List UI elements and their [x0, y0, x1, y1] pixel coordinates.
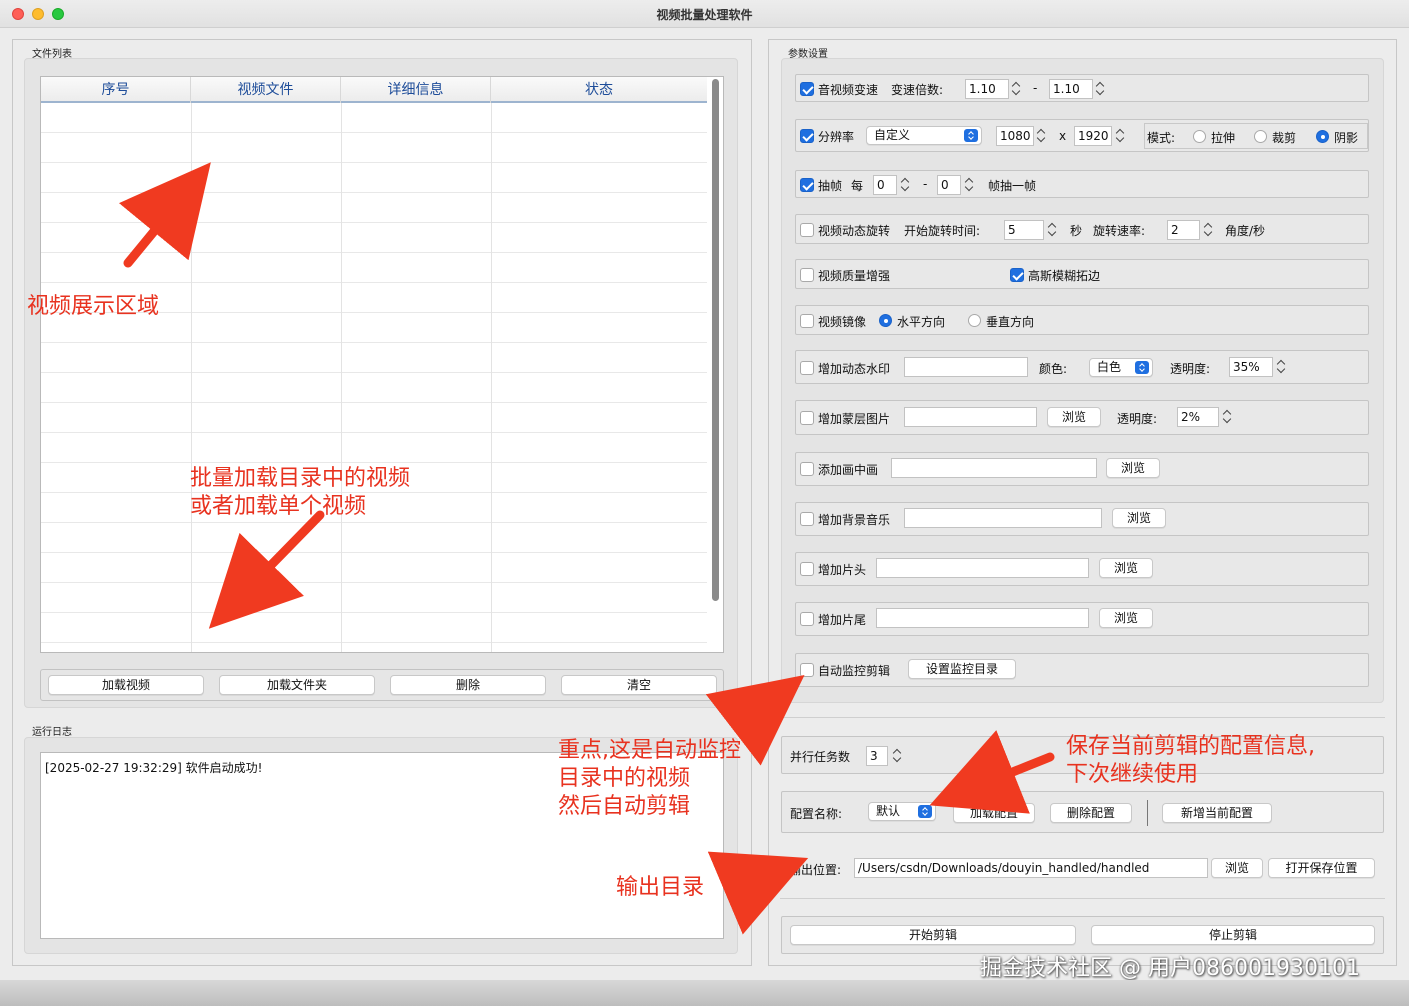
- annotation-batch-load-1: 批量加载目录中的视频: [190, 466, 411, 491]
- annotation-save-config-1: 保存当前剪辑的配置信息,: [1066, 734, 1315, 759]
- annotation-monitor-3: 然后自动剪辑: [558, 794, 691, 819]
- arrow-config: [929, 730, 1055, 814]
- arrow-display-area: [118, 162, 211, 268]
- bottom-strip: [0, 980, 1409, 1006]
- annotation-monitor-2: 目录中的视频: [558, 766, 691, 791]
- annotation-display-area: 视频展示区域: [27, 294, 160, 319]
- annotation-batch-load-2: 或者加载单个视频: [190, 494, 367, 519]
- annotation-save-config-2: 下次继续使用: [1066, 762, 1199, 787]
- arrow-load-buttons: [208, 510, 325, 629]
- arrow-monitor: [705, 675, 805, 766]
- arrow-output: [707, 851, 809, 935]
- annotation-monitor-1: 重点,这是自动监控: [558, 738, 741, 763]
- annotation-output-dir: 输出目录: [616, 875, 705, 900]
- watermark-text: 掘金技术社区 @ 用户086001930101: [980, 956, 1360, 981]
